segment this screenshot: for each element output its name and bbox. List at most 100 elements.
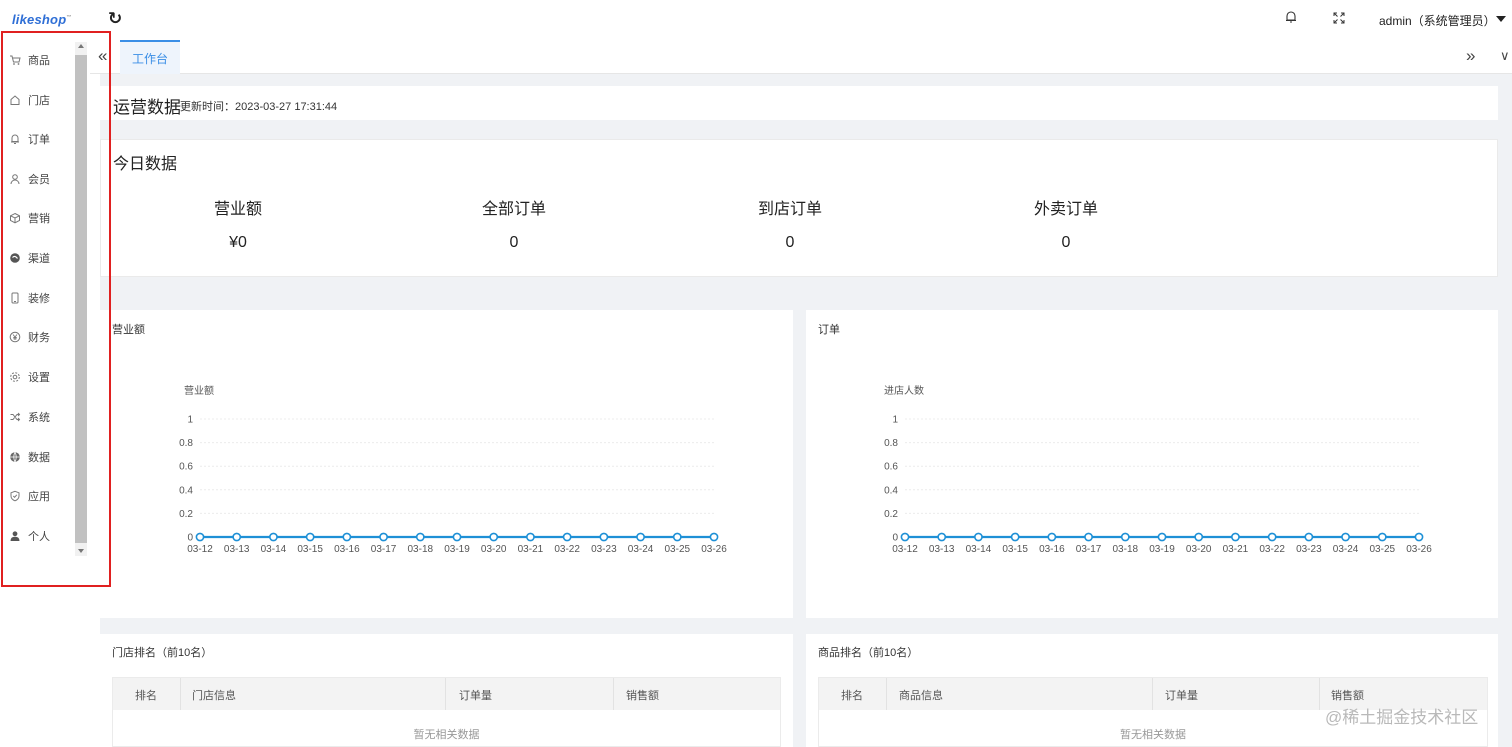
data-point [937, 532, 947, 542]
y-tick-label: 0.4 [179, 485, 193, 496]
stat-revenue: 营业额 ¥0 [138, 195, 338, 252]
orders-line-chart: 进店人数 0 0.2 0.4 0.6 0.8 1 03-12 03-13 03-14 03-15 03… [884, 384, 1432, 555]
person-icon [0, 530, 28, 542]
tabs-more-chevron-down-icon[interactable]: ∨ [1500, 48, 1510, 64]
user-menu-dropdown-icon[interactable] [1496, 16, 1506, 22]
scroll-down-arrow-icon[interactable] [78, 549, 84, 553]
sidebar-item-settings[interactable]: 设置 [0, 362, 75, 392]
sidebar-item-apps[interactable]: 应用 [0, 481, 75, 511]
data-point [1047, 532, 1057, 542]
sidebar-item-system[interactable]: 系统 [0, 402, 75, 432]
yen-icon [0, 331, 28, 343]
home-icon [0, 94, 28, 106]
y-tick-label: 0 [892, 533, 898, 544]
x-tick-label: 03-23 [1296, 544, 1322, 555]
x-tick-label: 03-24 [628, 544, 654, 555]
x-tick-label: 03-26 [701, 544, 727, 555]
user-menu-label[interactable]: admin（系统管理员） [1379, 12, 1496, 29]
x-tick-label: 03-21 [518, 544, 544, 555]
x-tick-label: 03-19 [444, 544, 470, 555]
sidebar-item-orders[interactable]: 订单 [0, 124, 75, 154]
y-tick-label: 0.6 [179, 462, 193, 473]
y-tick-label: 0.2 [179, 509, 193, 520]
x-tick-label: 03-17 [1076, 544, 1102, 555]
data-point [1120, 532, 1130, 542]
y-tick-label: 1 [892, 415, 898, 426]
sidebar-item-goods[interactable]: 商品 [0, 45, 75, 75]
logo-trademark: ™ [66, 14, 72, 21]
refresh-icon[interactable]: ↻ [108, 9, 122, 29]
x-tick-label: 03-15 [297, 544, 323, 555]
tabs-scroll-right-icon[interactable]: » [1466, 46, 1475, 66]
x-tick-label: 03-14 [261, 544, 287, 555]
data-point [195, 532, 205, 542]
tabs-scroll-left-icon[interactable]: « [98, 46, 107, 66]
data-point [562, 532, 572, 542]
cart-icon [0, 54, 28, 66]
stat-label: 外卖订单 [1033, 201, 1098, 218]
y-tick-label: 0.8 [884, 438, 898, 449]
sidebar-item-marketing[interactable]: 营销 [0, 203, 75, 233]
sidebar-item-label: 会员 [28, 174, 50, 186]
stat-instore-orders: 到店订单 0 [690, 195, 890, 252]
sidebar-item-channels[interactable]: 渠道 [0, 243, 75, 273]
data-point [232, 532, 242, 542]
stat-value: 0 [509, 234, 519, 251]
today-data-panel: 今日数据 营业额 ¥0 全部订单 0 到店订单 0 外卖订单 0 [100, 139, 1498, 277]
notification-bell-icon[interactable] [1284, 10, 1298, 29]
data-point [672, 532, 682, 542]
data-point [1010, 532, 1020, 542]
user-icon [0, 173, 28, 185]
channel-icon [0, 252, 28, 264]
table-header: 排名 门店信息 订单量 销售额 [113, 678, 780, 710]
sidebar-item-finance[interactable]: 财务 [0, 322, 75, 352]
column-header: 订单量 [1165, 690, 1198, 702]
product-rank-panel: 商品排名（前10名） 排名 商品信息 订单量 销售额 暂无相关数据 [806, 634, 1498, 747]
fullscreen-icon[interactable] [1333, 11, 1345, 29]
sidebar-item-label: 设置 [28, 372, 50, 384]
scroll-up-arrow-icon[interactable] [78, 44, 84, 48]
data-point [900, 532, 910, 542]
top-bar: likeshop™ ↻ admin（系统管理员） [0, 0, 1512, 40]
scrollbar-thumb[interactable] [75, 55, 87, 543]
data-point [1414, 532, 1424, 542]
stat-label: 营业额 [213, 201, 262, 218]
sidebar-item-store[interactable]: 门店 [0, 85, 75, 115]
tab-bar: « 工作台 » ∨ [90, 40, 1512, 74]
x-tick-label: 03-13 [929, 544, 955, 555]
gear-icon [0, 371, 28, 383]
sidebar-item-personal[interactable]: 个人 [0, 521, 75, 551]
x-tick-label: 03-12 [187, 544, 213, 555]
sidebar-item-label: 个人 [28, 531, 50, 543]
y-tick-label: 0.4 [884, 485, 898, 496]
sidebar-scrollbar[interactable] [75, 42, 87, 556]
data-point [1341, 532, 1350, 542]
watermark: @稀土掘金技术社区 [1325, 708, 1479, 727]
stat-label: 全部订单 [481, 201, 546, 218]
column-header: 门店信息 [192, 690, 236, 702]
logo[interactable]: likeshop™ [12, 12, 72, 27]
page-title: 运营数据 [113, 98, 181, 117]
store-rank-title: 门店排名（前10名） [112, 647, 213, 659]
sidebar-item-data[interactable]: 数据 [0, 442, 75, 472]
column-header: 销售额 [626, 690, 659, 702]
data-point [452, 532, 462, 542]
empty-state-text: 暂无相关数据 [413, 729, 480, 741]
x-tick-label: 03-15 [1002, 544, 1028, 555]
sidebar-item-decoration[interactable]: 装修 [0, 283, 75, 313]
column-divider [445, 678, 446, 710]
shuffle-icon [0, 411, 28, 423]
column-divider [180, 678, 181, 710]
tab-workbench[interactable]: 工作台 [120, 40, 180, 74]
column-header: 订单量 [459, 690, 492, 702]
stat-value: ¥0 [229, 234, 247, 251]
bell-icon [0, 133, 28, 145]
x-tick-label: 03-25 [1369, 544, 1395, 555]
sidebar-item-members[interactable]: 会员 [0, 164, 75, 194]
data-point [1231, 532, 1240, 542]
stat-delivery-orders: 外卖订单 0 [966, 195, 1166, 252]
revenue-chart-panel: 营业额 营业额 0 0.2 0.4 0.6 0.8 1 03-12 03-13 03-14 03-1… [100, 310, 793, 618]
x-tick-label: 03-20 [1186, 544, 1212, 555]
column-divider [1152, 678, 1153, 710]
data-point [1084, 532, 1093, 542]
